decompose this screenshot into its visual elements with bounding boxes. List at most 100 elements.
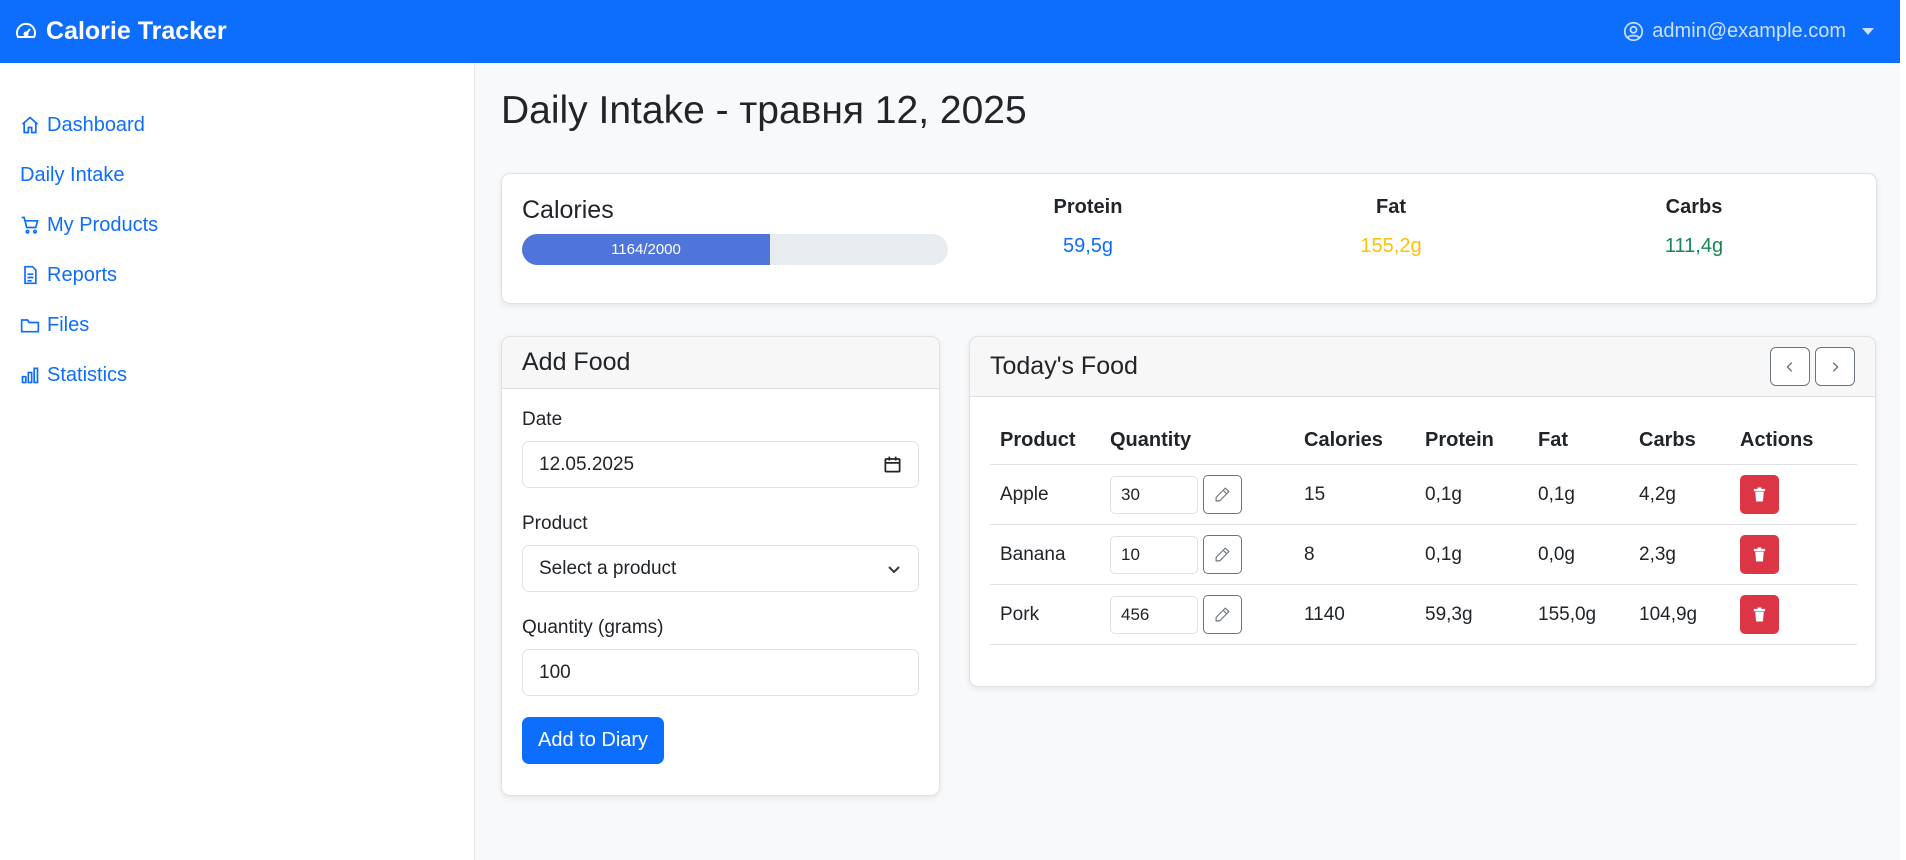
- col-fat: Fat: [1538, 429, 1568, 451]
- fat-label: Fat: [1376, 196, 1406, 218]
- trash-icon: [1753, 487, 1766, 502]
- sidebar-item-files[interactable]: Files: [0, 300, 474, 350]
- sidebar-item-label: Dashboard: [47, 113, 145, 136]
- carbs-value: 111,4g: [1664, 235, 1724, 257]
- previous-day-button[interactable]: [1770, 347, 1810, 386]
- calories-cell: 15: [1304, 483, 1326, 505]
- date-input[interactable]: 12.05.2025: [522, 441, 919, 488]
- speedometer-icon: [16, 22, 36, 38]
- carbs-cell: 4,2g: [1639, 483, 1676, 505]
- user-email: admin@example.com: [1652, 20, 1846, 42]
- table-row: Apple 30 15 0,1g 0,1g 4,2g: [990, 465, 1857, 525]
- product-select-value: Select a product: [539, 557, 677, 579]
- protein-cell: 0,1g: [1425, 543, 1462, 565]
- calories-progress-bar: 1164/2000: [522, 234, 948, 265]
- protein-cell: 0,1g: [1425, 483, 1462, 505]
- fat-cell: 0,1g: [1538, 483, 1575, 505]
- col-product: Product: [1000, 429, 1076, 451]
- brand[interactable]: Calorie Tracker: [14, 17, 227, 46]
- user-menu[interactable]: admin@example.com: [1623, 20, 1874, 43]
- folder-icon: [20, 319, 40, 333]
- todays-food-card: Today's Food Product Quantity Calories P…: [969, 336, 1876, 687]
- next-day-button[interactable]: [1815, 347, 1855, 386]
- sidebar-item-dashboard[interactable]: Dashboard: [0, 100, 474, 150]
- trash-icon: [1753, 547, 1766, 562]
- house-icon: [21, 116, 39, 134]
- calories-cell: 1140: [1304, 603, 1345, 625]
- product-cell: Banana: [1000, 543, 1066, 565]
- top-navbar: Calorie Tracker admin@example.com: [0, 0, 1900, 63]
- table-row: Banana 10 8 0,1g 0,0g 2,3g: [990, 525, 1857, 585]
- sidebar-item-label: Files: [47, 313, 90, 336]
- table-row: Pork 456 1140 59,3g 155,0g 104,9g: [990, 585, 1857, 645]
- person-circle-icon: [1624, 21, 1644, 42]
- calories-cell: 8: [1304, 543, 1315, 565]
- chevron-right-icon: [1832, 361, 1839, 372]
- sidebar-item-reports[interactable]: Reports: [0, 250, 474, 300]
- calories-label: Calories: [522, 196, 614, 224]
- window-edge: [1900, 0, 1906, 860]
- sidebar-item-label: Reports: [47, 263, 118, 286]
- protein-summary: Protein 59,5g: [988, 196, 1188, 258]
- product-cell: Apple: [1000, 483, 1049, 505]
- nutrition-summary-card: Calories 1164/2000 Protein 59,5g Fat 155…: [501, 173, 1877, 304]
- fat-cell: 0,0g: [1538, 543, 1575, 565]
- todays-food-title: Today's Food: [990, 352, 1138, 380]
- quantity-input[interactable]: 30: [1110, 475, 1198, 514]
- trash-icon: [1753, 607, 1766, 622]
- col-protein: Protein: [1425, 429, 1494, 451]
- sidebar-item-statistics[interactable]: Statistics: [0, 350, 474, 400]
- fat-value: 155,2g: [1360, 235, 1422, 257]
- chevron-left-icon: [1786, 361, 1793, 372]
- sidebar: Dashboard Daily Intake My Products Repor…: [0, 63, 475, 860]
- sidebar-item-my-products[interactable]: My Products: [0, 200, 474, 250]
- cart-icon: [21, 216, 39, 234]
- carbs-cell: 104,9g: [1639, 603, 1698, 625]
- delete-button[interactable]: [1740, 475, 1779, 514]
- quantity-label: Quantity (grams): [522, 617, 664, 638]
- food-table: Product Quantity Calories Protein Fat Ca…: [990, 417, 1857, 645]
- carbs-cell: 2,3g: [1639, 543, 1676, 565]
- col-carbs: Carbs: [1639, 429, 1696, 451]
- fat-cell: 155,0g: [1538, 603, 1597, 625]
- edit-button[interactable]: [1203, 475, 1242, 514]
- edit-button[interactable]: [1203, 535, 1242, 574]
- protein-value: 59,5g: [1062, 235, 1114, 257]
- date-label: Date: [522, 409, 563, 430]
- carbs-summary: Carbs 111,4g: [1594, 196, 1794, 258]
- add-to-diary-button[interactable]: Add to Diary: [522, 717, 665, 764]
- delete-button[interactable]: [1740, 595, 1779, 634]
- chevron-down-icon: [1862, 28, 1874, 35]
- calendar-icon[interactable]: [883, 455, 902, 474]
- sidebar-item-daily-intake[interactable]: Daily Intake: [0, 150, 474, 200]
- pencil-icon: [1215, 607, 1230, 622]
- brand-name: Calorie Tracker: [46, 17, 227, 45]
- page-title: Daily Intake - травня 12, 2025: [501, 89, 1027, 132]
- chevron-down-icon: [888, 565, 900, 573]
- sidebar-item-label: My Products: [47, 213, 159, 236]
- pencil-icon: [1215, 547, 1230, 562]
- product-label: Product: [522, 513, 588, 534]
- table-header: Product Quantity Calories Protein Fat Ca…: [990, 417, 1857, 465]
- bar-chart-icon: [21, 367, 39, 384]
- fat-summary: Fat 155,2g: [1291, 196, 1491, 258]
- protein-cell: 59,3g: [1425, 603, 1473, 625]
- quantity-input-value: 100: [539, 661, 571, 683]
- delete-button[interactable]: [1740, 535, 1779, 574]
- pencil-icon: [1215, 487, 1230, 502]
- date-value: 12.05.2025: [539, 453, 635, 475]
- col-actions: Actions: [1740, 429, 1814, 451]
- main-content: Daily Intake - травня 12, 2025 Calories …: [476, 63, 1900, 860]
- quantity-input[interactable]: 10: [1110, 535, 1198, 574]
- calories-progress-fill: 1164/2000: [522, 234, 770, 265]
- file-text-icon: [24, 265, 37, 285]
- col-calories: Calories: [1304, 429, 1383, 451]
- quantity-input[interactable]: 456: [1110, 595, 1198, 634]
- add-food-title: Add Food: [502, 337, 939, 389]
- todays-food-header: Today's Food: [970, 337, 1875, 397]
- quantity-input[interactable]: 100: [522, 649, 919, 696]
- carbs-label: Carbs: [1665, 196, 1723, 218]
- edit-button[interactable]: [1203, 595, 1242, 634]
- product-select[interactable]: Select a product: [522, 545, 919, 592]
- protein-label: Protein: [1053, 196, 1123, 218]
